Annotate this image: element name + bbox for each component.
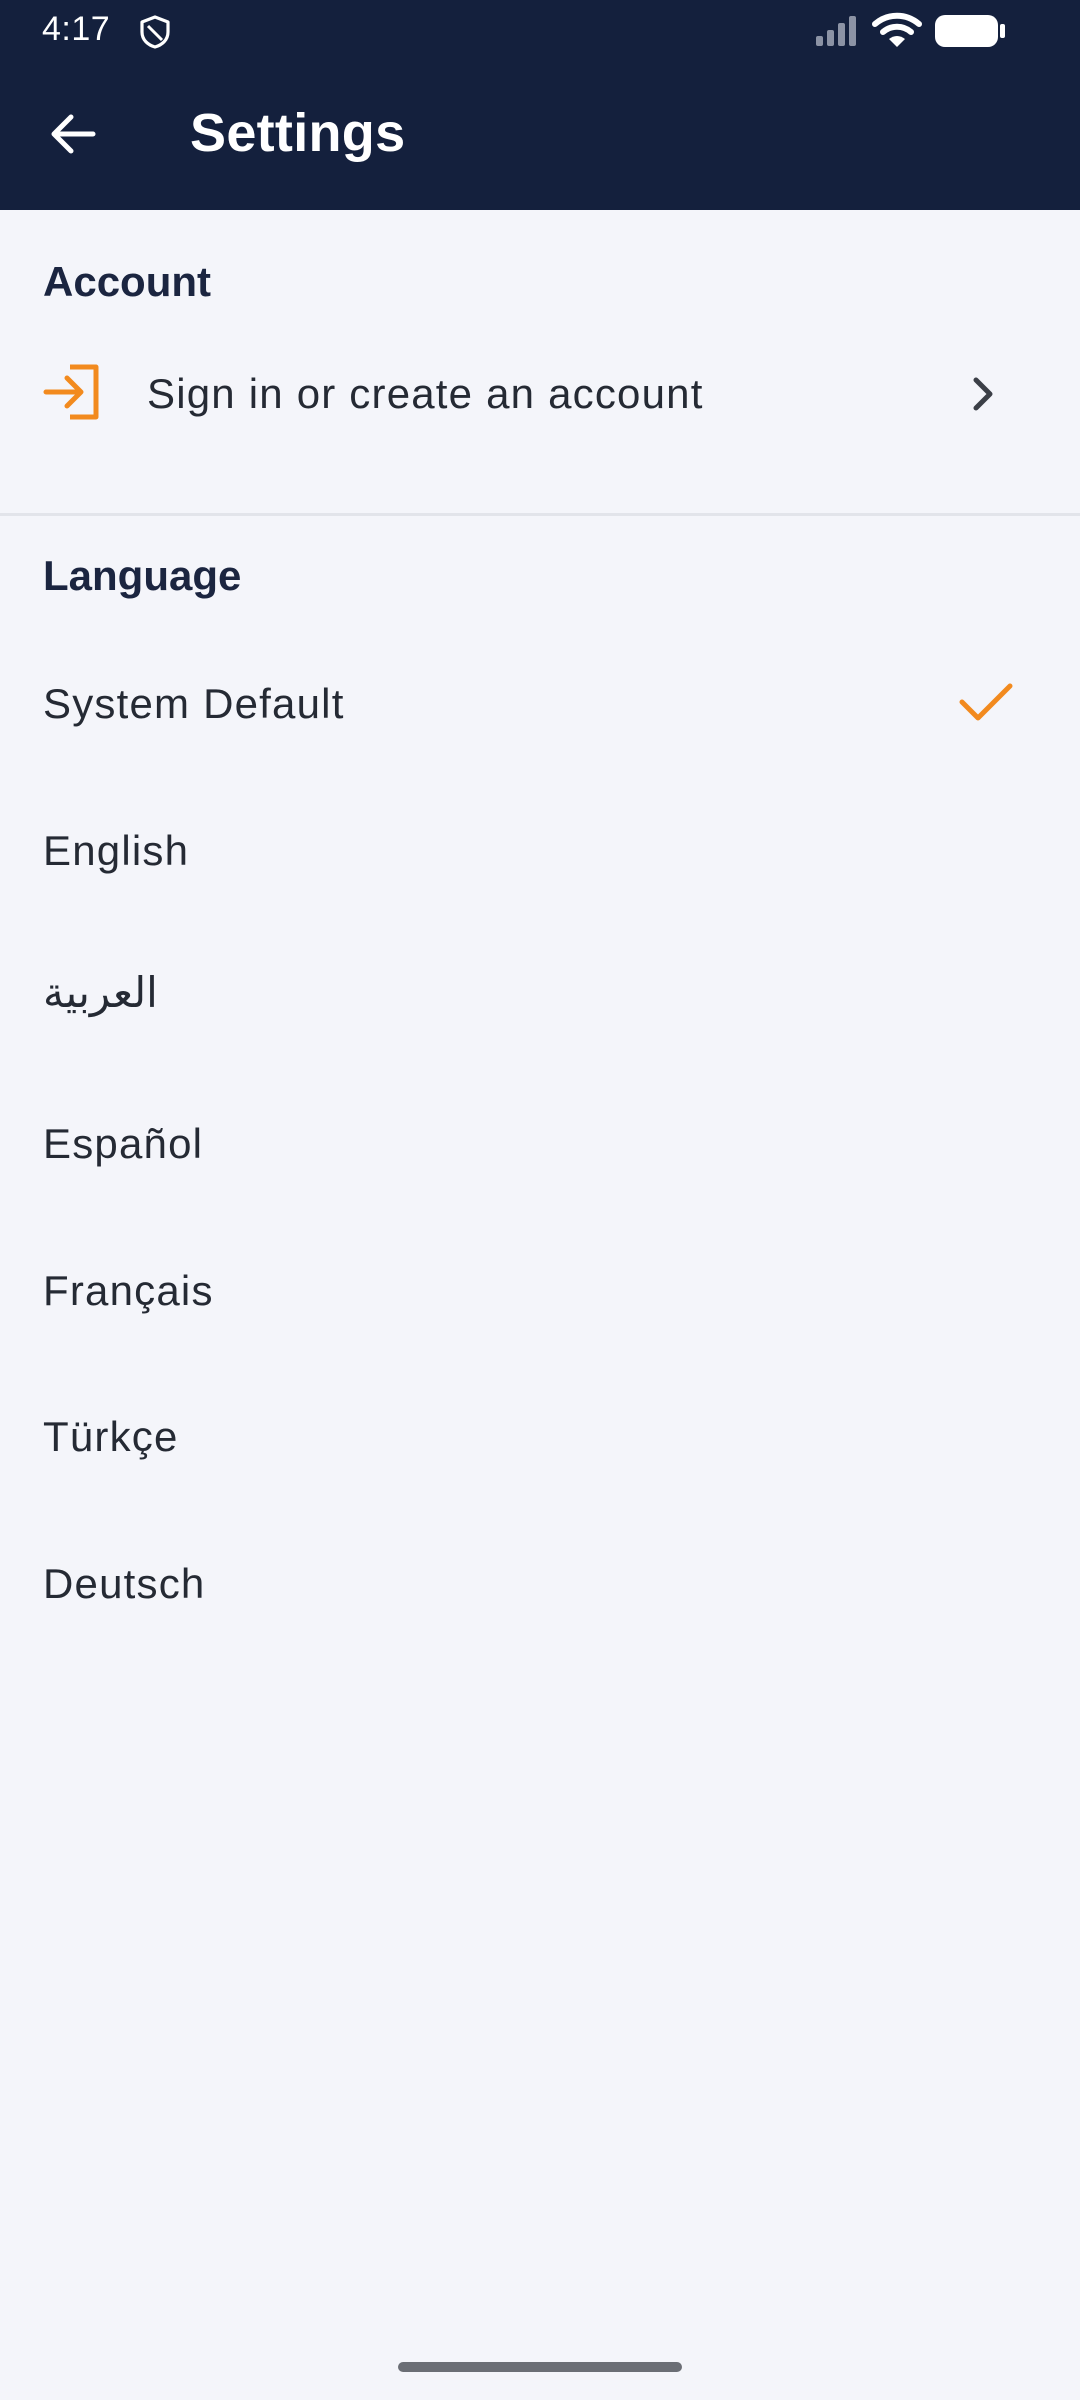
back-arrow-icon [49, 112, 97, 161]
language-label: العربية [43, 969, 158, 1016]
wifi-icon [872, 12, 922, 55]
sign-in-icon [40, 360, 106, 429]
page-title: Settings [190, 103, 406, 163]
back-button[interactable] [30, 98, 116, 174]
language-option-english[interactable]: English [0, 787, 1080, 917]
battery-icon [934, 14, 1006, 53]
section-divider [0, 513, 1080, 516]
language-label: Türkçe [43, 1413, 179, 1460]
language-section-header: Language [43, 552, 242, 599]
shield-icon [138, 14, 172, 55]
language-option-system-default[interactable]: System Default [0, 640, 1080, 770]
chevron-right-icon [966, 370, 1002, 423]
status-bar: 4:17 [0, 0, 1080, 62]
language-option-arabic[interactable]: العربية [0, 928, 1080, 1058]
language-label: Français [43, 1267, 214, 1314]
language-option-turkish[interactable]: Türkçe [0, 1373, 1080, 1503]
language-option-french[interactable]: Français [0, 1227, 1080, 1357]
check-icon [958, 678, 1014, 731]
language-label: English [43, 827, 190, 874]
sign-in-row[interactable]: Sign in or create an account [0, 340, 1080, 450]
language-label: Español [43, 1120, 204, 1167]
signal-icon [814, 14, 860, 53]
status-time: 4:17 [42, 10, 111, 48]
language-label: Deutsch [43, 1560, 206, 1607]
sign-in-label: Sign in or create an account [147, 370, 704, 417]
language-option-german[interactable]: Deutsch [0, 1520, 1080, 1650]
language-label: System Default [43, 680, 345, 727]
home-indicator[interactable] [398, 2362, 682, 2372]
app-bar: Settings [0, 62, 1080, 210]
account-section-header: Account [43, 258, 211, 305]
settings-content: Account Sign in or create an account Lan… [0, 210, 1080, 2400]
language-option-spanish[interactable]: Español [0, 1080, 1080, 1210]
